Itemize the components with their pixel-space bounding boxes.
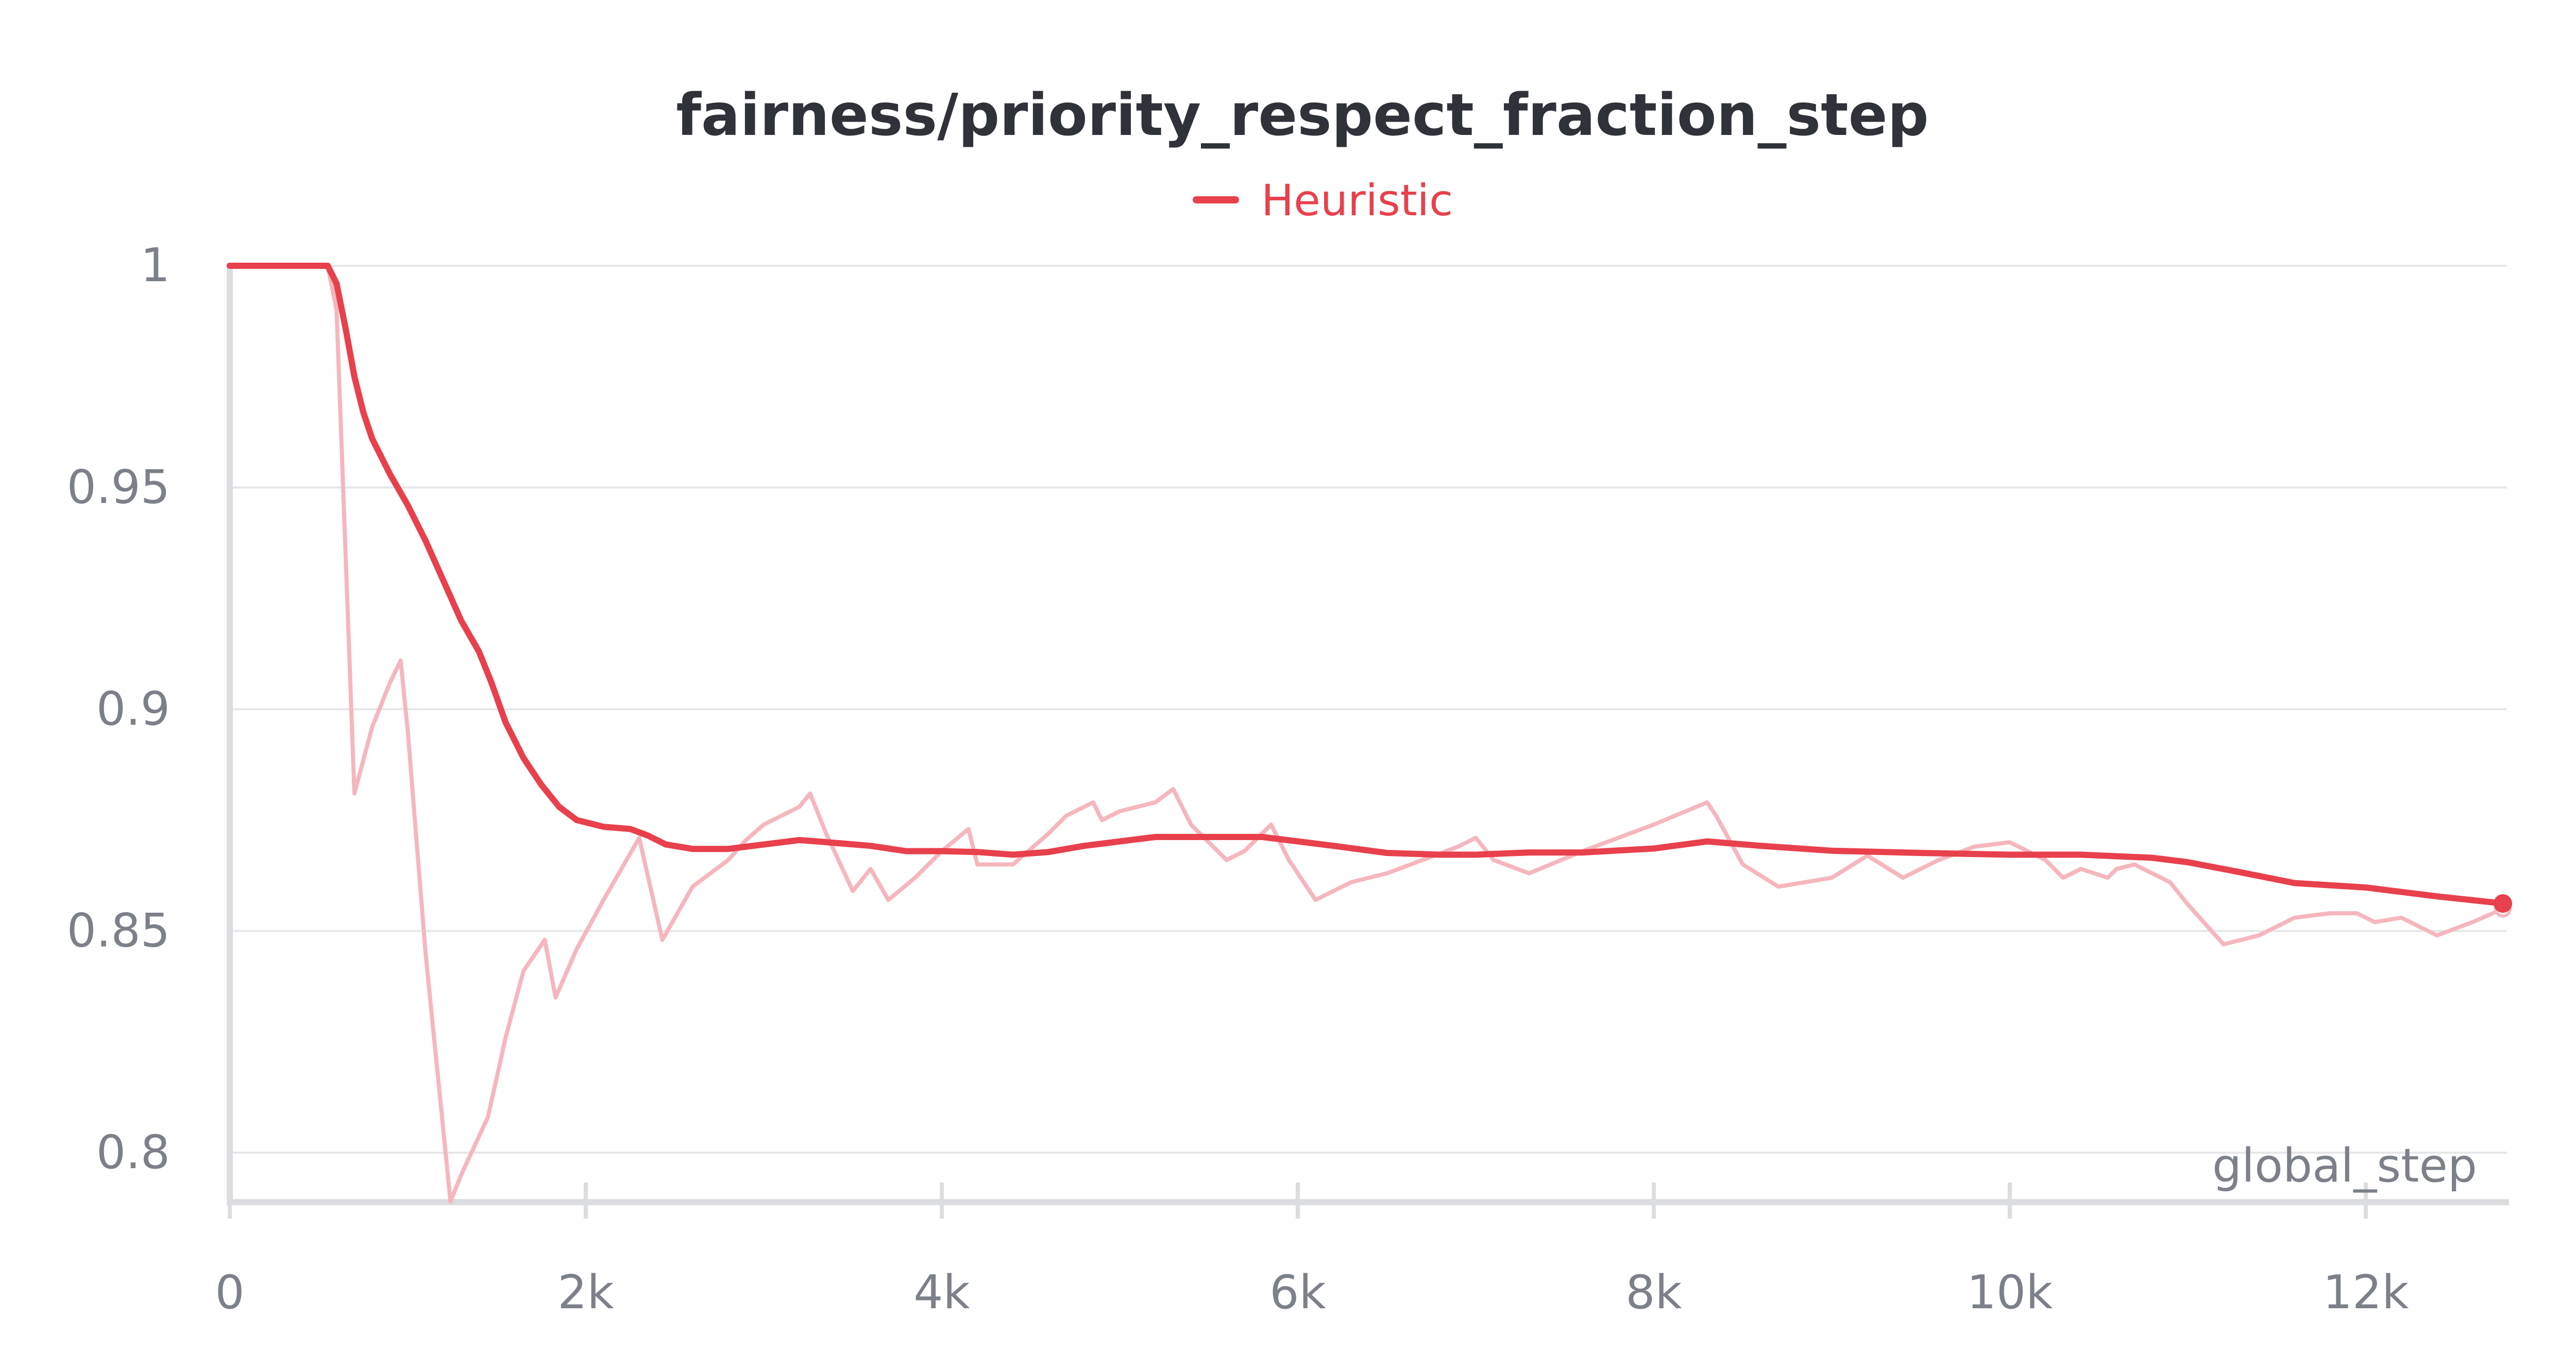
x-tick-label: 0 bbox=[215, 1266, 244, 1320]
y-tick-label: 0.8 bbox=[96, 1125, 170, 1179]
grid-layer bbox=[230, 265, 2507, 1154]
labels-layer: 0.8 0.85 0.9 0.95 1 0 2k 4k 6k 8k 10k 12k bbox=[67, 238, 2409, 1320]
x-tick-label: 2k bbox=[557, 1266, 614, 1320]
series-layer bbox=[227, 263, 2513, 1204]
y-tick-label: 0.95 bbox=[67, 460, 170, 515]
chart-title: fairness/priority_respect_fraction_step bbox=[676, 82, 1929, 149]
y-tick-label: 0.85 bbox=[67, 904, 170, 958]
x-axis-title: global_step bbox=[2212, 1139, 2477, 1193]
legend-label-heuristic: Heuristic bbox=[1261, 175, 1453, 226]
y-tick-label: 0.9 bbox=[96, 682, 170, 736]
line-chart: 0.8 0.85 0.9 0.95 1 0 2k 4k 6k 8k 10k 12k fairness/… bbox=[67, 82, 2513, 1320]
legend[interactable]: Heuristic bbox=[1193, 175, 1453, 226]
x-tick-label: 10k bbox=[1967, 1266, 2053, 1320]
x-tick-label: 12k bbox=[2323, 1266, 2409, 1320]
chart-container: 0.8 0.85 0.9 0.95 1 0 2k 4k 6k 8k 10k 12k fairness/… bbox=[0, 0, 2576, 1368]
x-tick-label: 6k bbox=[1269, 1266, 1326, 1320]
y-tick-label: 1 bbox=[141, 238, 170, 293]
x-tick-label: 4k bbox=[913, 1266, 970, 1320]
x-tick-label: 8k bbox=[1625, 1266, 1682, 1320]
series-line-heuristic[interactable] bbox=[227, 263, 2506, 907]
series-line-raw[interactable] bbox=[228, 264, 2505, 1204]
axes-layer bbox=[227, 263, 2509, 1219]
series-endpoint-heuristic[interactable] bbox=[2494, 894, 2513, 913]
